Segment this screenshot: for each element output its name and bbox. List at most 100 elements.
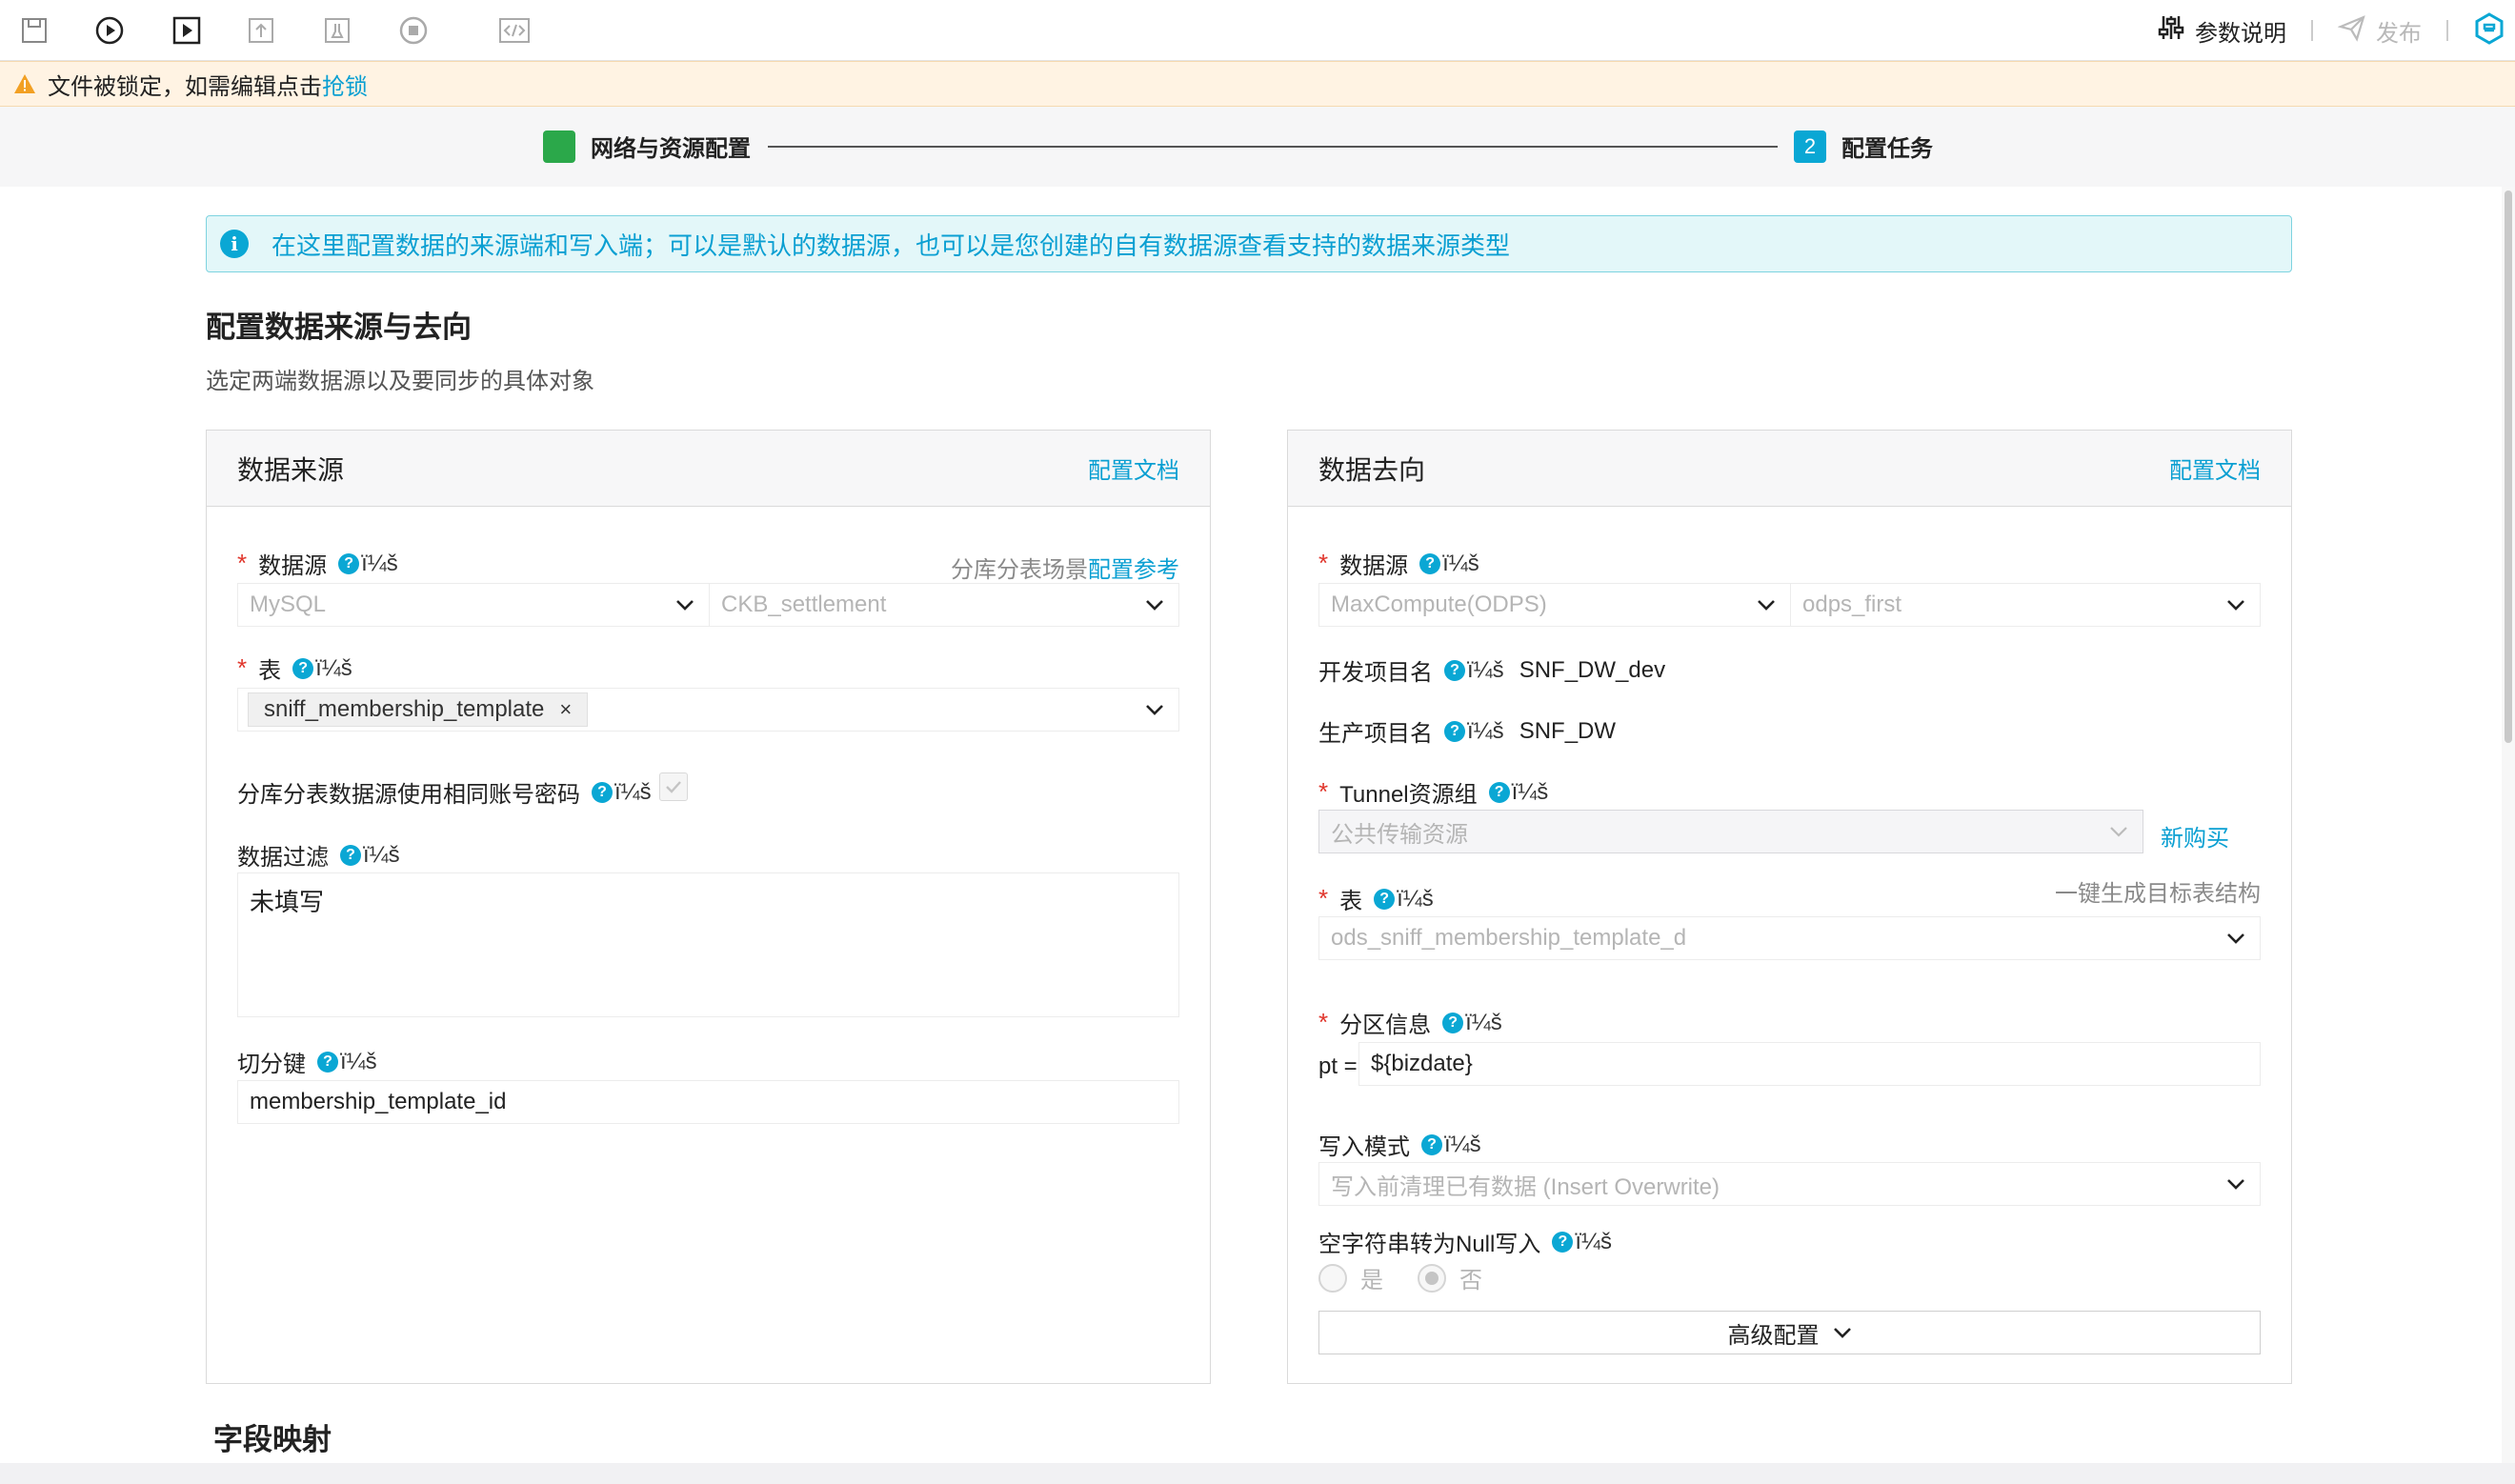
step-label: 配置任务	[1841, 136, 1933, 162]
help-icon[interactable]: ?	[1442, 1012, 1464, 1033]
required-mark: *	[237, 653, 248, 682]
vertical-scrollbar[interactable]	[2502, 187, 2515, 1463]
prod-project-row: 生产项目名 ? ï¼š SNF_DW	[1318, 717, 1617, 748]
table-tag: sniff_membership_template ×	[248, 692, 589, 727]
send-icon	[2337, 13, 2366, 49]
lock-message: 文件被锁定，如需编辑点击	[48, 73, 322, 100]
source-table-label: * 表 ? ï¼š	[237, 653, 352, 684]
target-panel-title: 数据去向	[1318, 454, 1426, 485]
grab-lock-link[interactable]: 抢锁	[322, 68, 368, 101]
warning-icon	[13, 73, 36, 94]
chevron-down-icon	[2223, 926, 2248, 951]
step-connector	[768, 146, 1778, 148]
same-account-checkbox[interactable]	[659, 772, 688, 801]
target-table-select[interactable]: ods_sniff_membership_template_d	[1318, 916, 2261, 960]
partition-label: * 分区信息 ? ï¼š	[1318, 1008, 1502, 1038]
run-with-params-icon[interactable]	[170, 13, 204, 48]
null-radio-group: 是 否	[1318, 1261, 1482, 1294]
step-done-badge	[543, 130, 575, 163]
toolbar-divider	[2446, 20, 2448, 41]
source-table-select[interactable]: sniff_membership_template ×	[237, 688, 1179, 732]
hexagon-logo-icon[interactable]	[2473, 11, 2505, 50]
code-icon[interactable]	[497, 13, 532, 48]
write-mode-label: 写入模式 ? ï¼š	[1318, 1131, 1481, 1161]
prod-project-value: SNF_DW	[1519, 717, 1617, 744]
lock-warning-bar: 文件被锁定，如需编辑点击 抢锁	[0, 61, 2515, 107]
help-icon[interactable]: ?	[592, 781, 613, 803]
partition-value-input[interactable]: ${bizdate}	[1358, 1042, 2261, 1086]
required-mark: *	[1318, 777, 1329, 806]
params-label: 参数说明	[2195, 20, 2286, 47]
chevron-down-icon	[1833, 1327, 1852, 1338]
target-datasource-name-select[interactable]: odps_first	[1791, 583, 2261, 627]
tag-remove-icon[interactable]: ×	[559, 697, 572, 722]
help-icon[interactable]: ?	[1552, 1231, 1574, 1253]
help-icon[interactable]: ?	[1444, 720, 1465, 742]
target-table-label: * 表 ? ï¼š	[1318, 884, 1434, 914]
help-icon[interactable]: ?	[340, 844, 361, 866]
chevron-down-icon	[2106, 819, 2131, 844]
source-doc-link[interactable]: 配置文档	[1088, 451, 1179, 485]
help-icon[interactable]: ?	[292, 657, 314, 679]
info-banner: i 在这里配置数据的来源端和写入端；可以是默认的数据源，也可以是您创建的自有数据…	[206, 215, 2292, 272]
dev-project-row: 开发项目名 ? ï¼š SNF_DW_dev	[1318, 656, 1666, 687]
split-key-label: 切分键 ? ï¼š	[237, 1048, 377, 1078]
radio-yes-label: 是	[1360, 1268, 1383, 1293]
field-mapping-title: 字段映射	[213, 1423, 332, 1456]
split-key-input[interactable]: membership_template_id	[237, 1080, 1179, 1124]
help-icon[interactable]: ?	[317, 1051, 338, 1073]
sharding-reference: 分库分表场景配置参考	[951, 551, 1179, 584]
target-datasource-type-select[interactable]: MaxCompute(ODPS)	[1318, 583, 1791, 627]
help-icon[interactable]: ?	[1421, 1133, 1442, 1155]
sharding-config-link[interactable]: 配置参考	[1088, 557, 1179, 583]
save-icon[interactable]	[17, 13, 51, 48]
generate-target-schema-link[interactable]: 一键生成目标表结构	[2055, 874, 2261, 908]
step-number-badge: 2	[1794, 130, 1826, 163]
chevron-down-icon	[1754, 592, 1779, 617]
run-icon[interactable]	[92, 13, 127, 48]
source-datasource-type-select[interactable]: MySQL	[237, 583, 710, 627]
source-datasource-name-select[interactable]: CKB_settlement	[710, 583, 1179, 627]
upload-icon[interactable]	[244, 13, 278, 48]
filter-textarea[interactable]: 未填写	[237, 872, 1179, 1017]
radio-yes[interactable]	[1318, 1263, 1347, 1293]
publish-button[interactable]: 发布	[2337, 13, 2422, 49]
test-icon[interactable]	[320, 13, 354, 48]
empty-string-null-label: 空字符串转为Null写入 ? ï¼š	[1318, 1228, 1613, 1258]
chevron-down-icon	[1142, 697, 1167, 722]
sliders-icon	[2157, 13, 2185, 49]
write-mode-select[interactable]: 写入前清理已有数据 (Insert Overwrite)	[1318, 1162, 2261, 1206]
required-mark: *	[237, 549, 248, 577]
target-panel: 数据去向 配置文档 * 数据源 ? ï¼š MaxCompute(ODPS) o…	[1287, 430, 2292, 1384]
bottom-strip	[0, 1463, 2515, 1484]
section-subtitle: 选定两端数据源以及要同步的具体对象	[206, 369, 594, 394]
new-purchase-link[interactable]: 新购买	[2161, 819, 2229, 852]
sharding-hint: 分库分表场景	[951, 557, 1088, 583]
publish-label: 发布	[2376, 20, 2422, 47]
help-icon[interactable]: ?	[1374, 888, 1396, 910]
chevron-down-icon	[673, 592, 697, 617]
help-icon[interactable]: ?	[338, 552, 360, 574]
params-button[interactable]: 参数说明	[2157, 13, 2286, 49]
main-content: i 在这里配置数据的来源端和写入端；可以是默认的数据源，也可以是您创建的自有数据…	[0, 187, 2515, 1463]
help-icon[interactable]: ?	[1444, 659, 1465, 681]
target-panel-header: 数据去向 配置文档	[1288, 431, 2291, 507]
help-icon[interactable]: ?	[1488, 781, 1510, 803]
scrollbar-thumb[interactable]	[2505, 191, 2512, 743]
stop-icon[interactable]	[396, 13, 431, 48]
section-title: 配置数据来源与去向	[206, 311, 472, 344]
source-panel-title: 数据来源	[237, 454, 345, 485]
advanced-config-button[interactable]: 高级配置	[1318, 1311, 2261, 1354]
radio-no[interactable]	[1418, 1263, 1446, 1293]
required-mark: *	[1318, 549, 1329, 577]
help-icon[interactable]: ?	[1419, 552, 1441, 574]
info-text: 在这里配置数据的来源端和写入端；可以是默认的数据源，也可以是您创建的自有数据源查…	[272, 231, 1511, 260]
required-mark: *	[1318, 884, 1329, 912]
required-mark: *	[1318, 1008, 1329, 1036]
chevron-down-icon	[2223, 592, 2248, 617]
toolbar: 参数说明 发布	[0, 0, 2515, 61]
tunnel-resource-select[interactable]: 公共传输资源	[1318, 810, 2143, 853]
target-doc-link[interactable]: 配置文档	[2169, 451, 2261, 485]
toolbar-divider	[2311, 20, 2313, 41]
chevron-down-icon	[1142, 592, 1167, 617]
